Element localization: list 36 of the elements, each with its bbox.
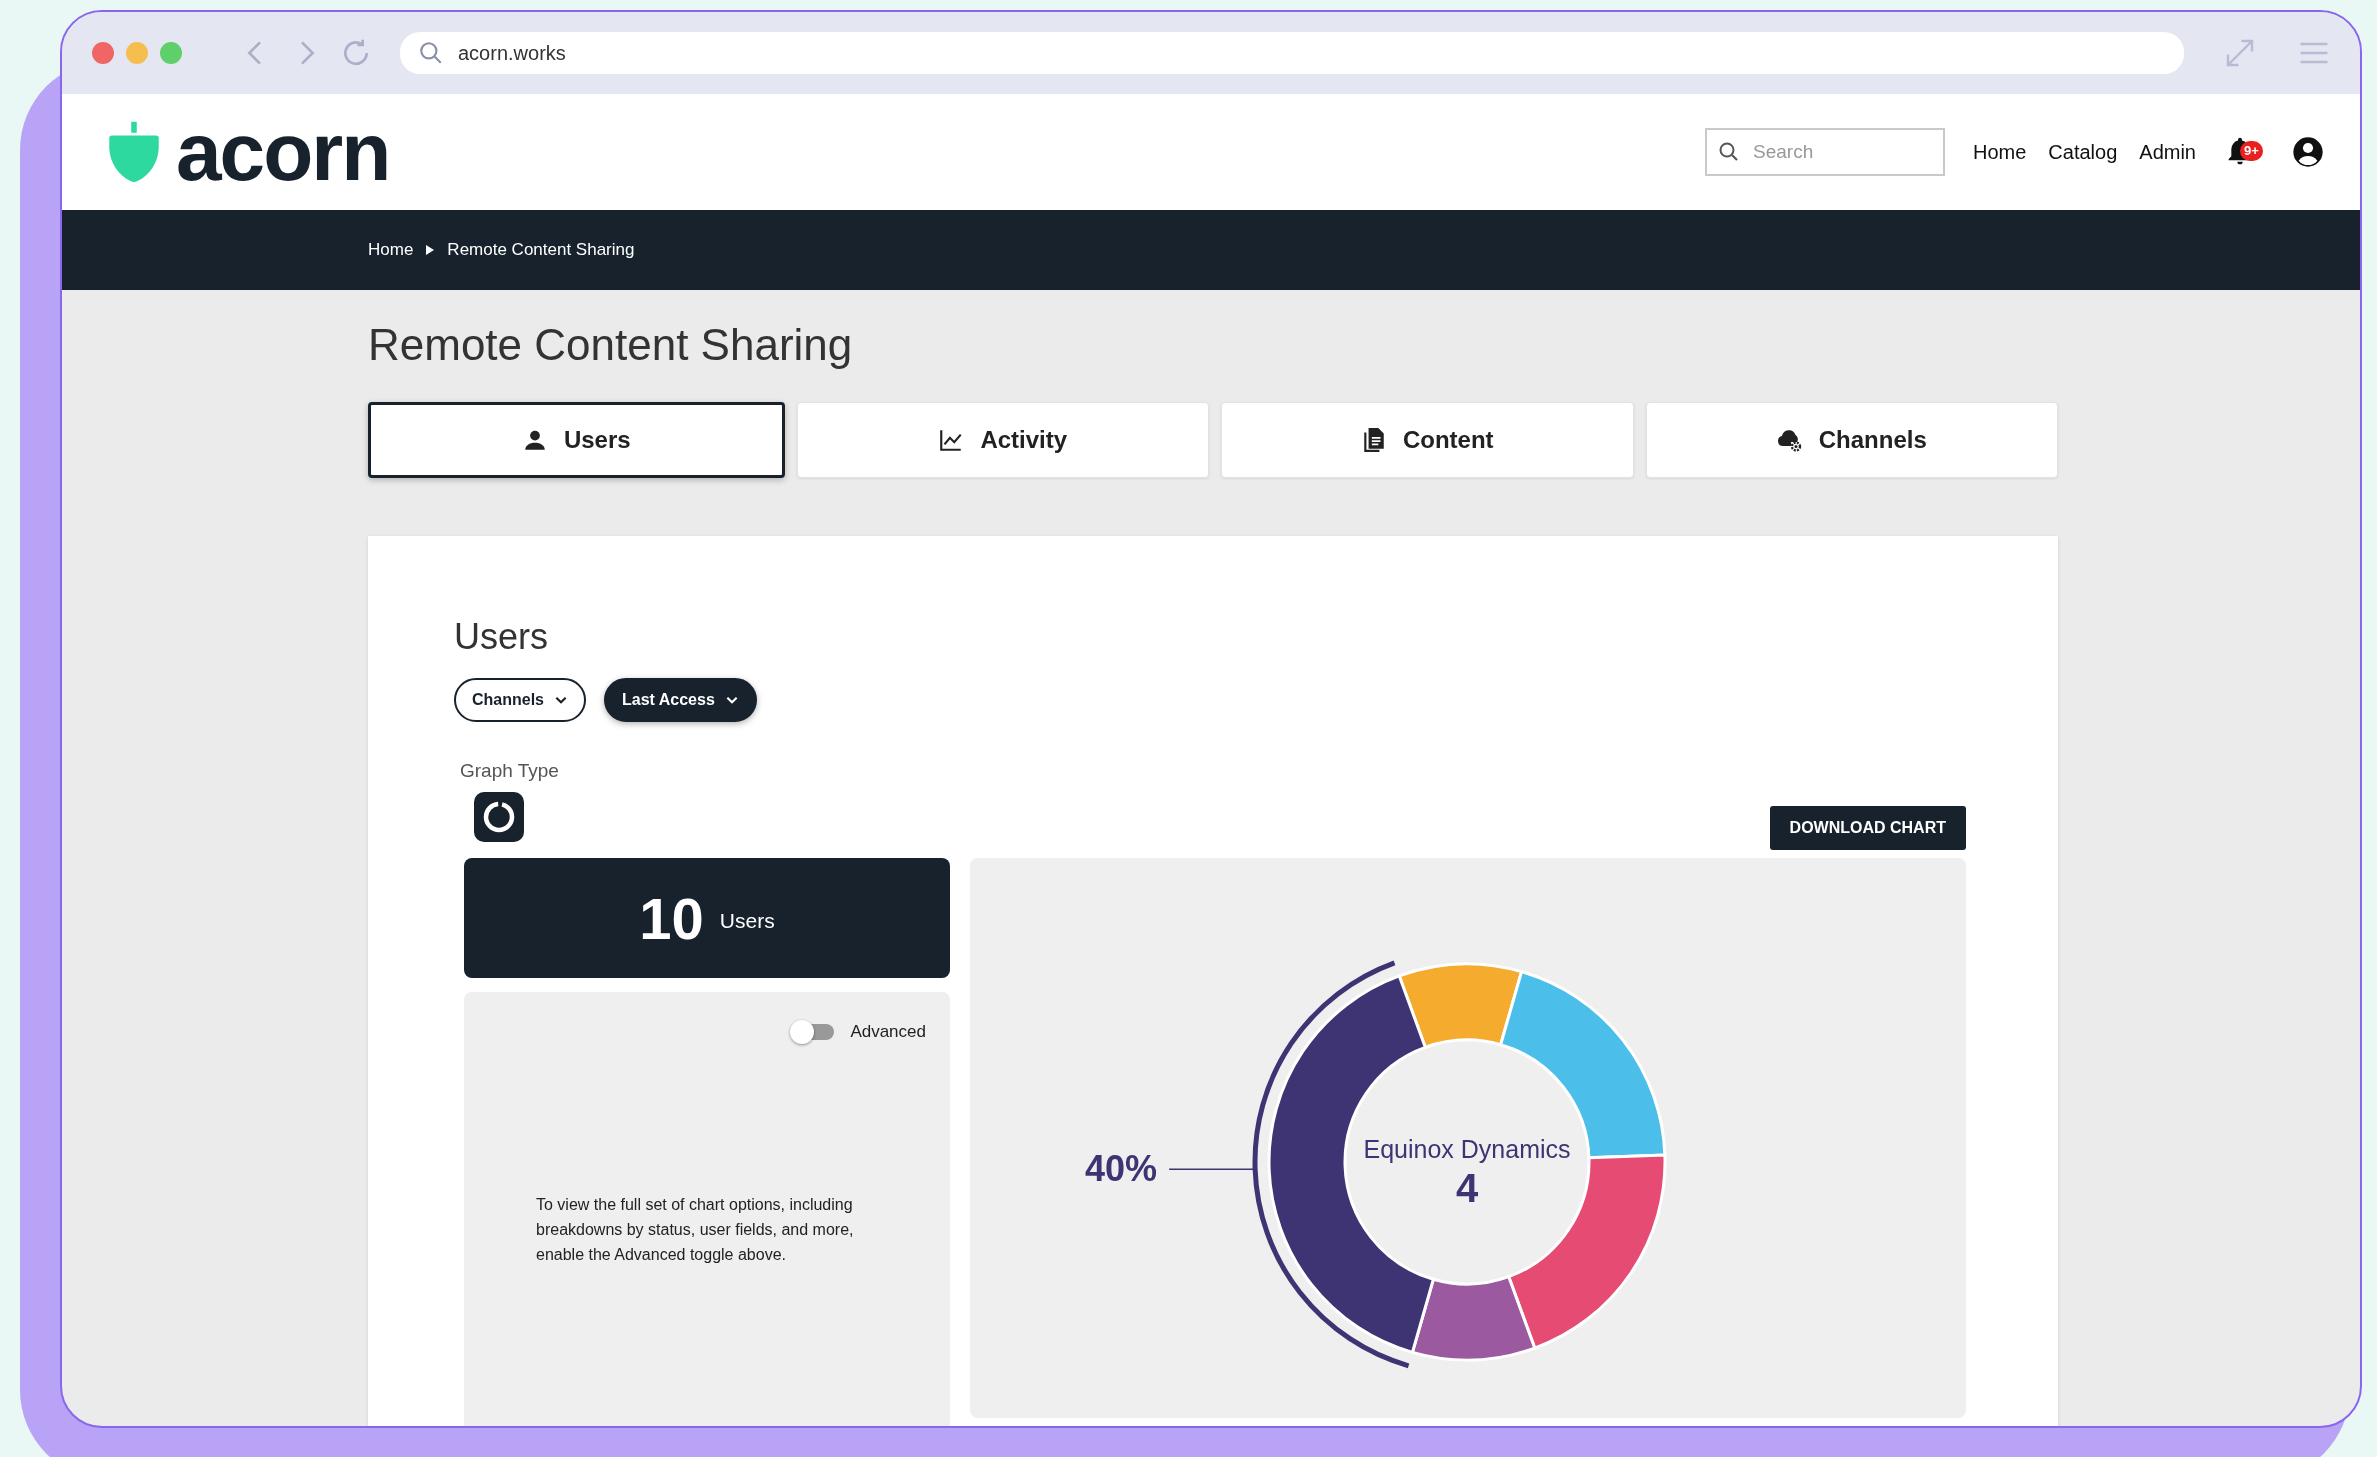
acorn-logo-icon — [106, 119, 162, 185]
search-field[interactable]: Search — [1705, 128, 1945, 176]
tab[interactable]: Channels — [1645, 402, 2058, 478]
cloud-gear-icon — [1776, 427, 1803, 453]
user-avatar-icon[interactable] — [2292, 136, 2324, 168]
nav-link[interactable]: Home — [1973, 140, 2027, 164]
close-dot-icon[interactable] — [92, 42, 114, 64]
address-bar[interactable]: acorn.works — [400, 32, 2184, 74]
donut-chart-icon[interactable] — [474, 792, 524, 842]
section-title: Users — [454, 616, 549, 658]
breadcrumb-link[interactable]: Home — [368, 240, 414, 260]
toggle-label: Advanced — [850, 1022, 926, 1042]
tab[interactable]: Content — [1221, 402, 1634, 478]
download-chart-button[interactable]: DOWNLOAD CHART — [1769, 806, 1966, 850]
logo-text[interactable]: acorn — [176, 111, 390, 193]
center-value: 4 — [1455, 1166, 1479, 1210]
filter-dropdown[interactable]: Last Access — [604, 678, 757, 722]
triangle-icon — [425, 245, 436, 255]
filter-dropdown[interactable]: Channels — [454, 678, 586, 722]
graph-type-label: Graph Type — [460, 760, 560, 782]
maximize-dot-icon[interactable] — [160, 42, 182, 64]
notification-badge: 9+ — [2240, 141, 2263, 161]
breadcrumb-link[interactable]: Remote Content Sharing — [447, 240, 635, 260]
stat-label: Users — [719, 909, 775, 933]
percent-label: 40% — [1085, 1148, 1158, 1190]
tab[interactable]: Users — [368, 402, 785, 478]
page-title: Remote Content Sharing — [368, 320, 854, 370]
hint-text: To view the full set of chart options, including breakdowns by status, user fields, and more, enable the Advanced toggle above. — [536, 1195, 855, 1265]
nav-link[interactable]: Catalog — [2048, 140, 2118, 164]
search-icon — [418, 40, 444, 66]
stat-value: 10 — [639, 884, 704, 952]
url-text: acorn.works — [458, 41, 566, 65]
center-label: Equinox Dynamics — [1363, 1135, 1571, 1163]
minimize-dot-icon[interactable] — [126, 42, 148, 64]
nav-link[interactable]: Admin — [2139, 140, 2196, 164]
tab[interactable]: Activity — [796, 402, 1209, 478]
